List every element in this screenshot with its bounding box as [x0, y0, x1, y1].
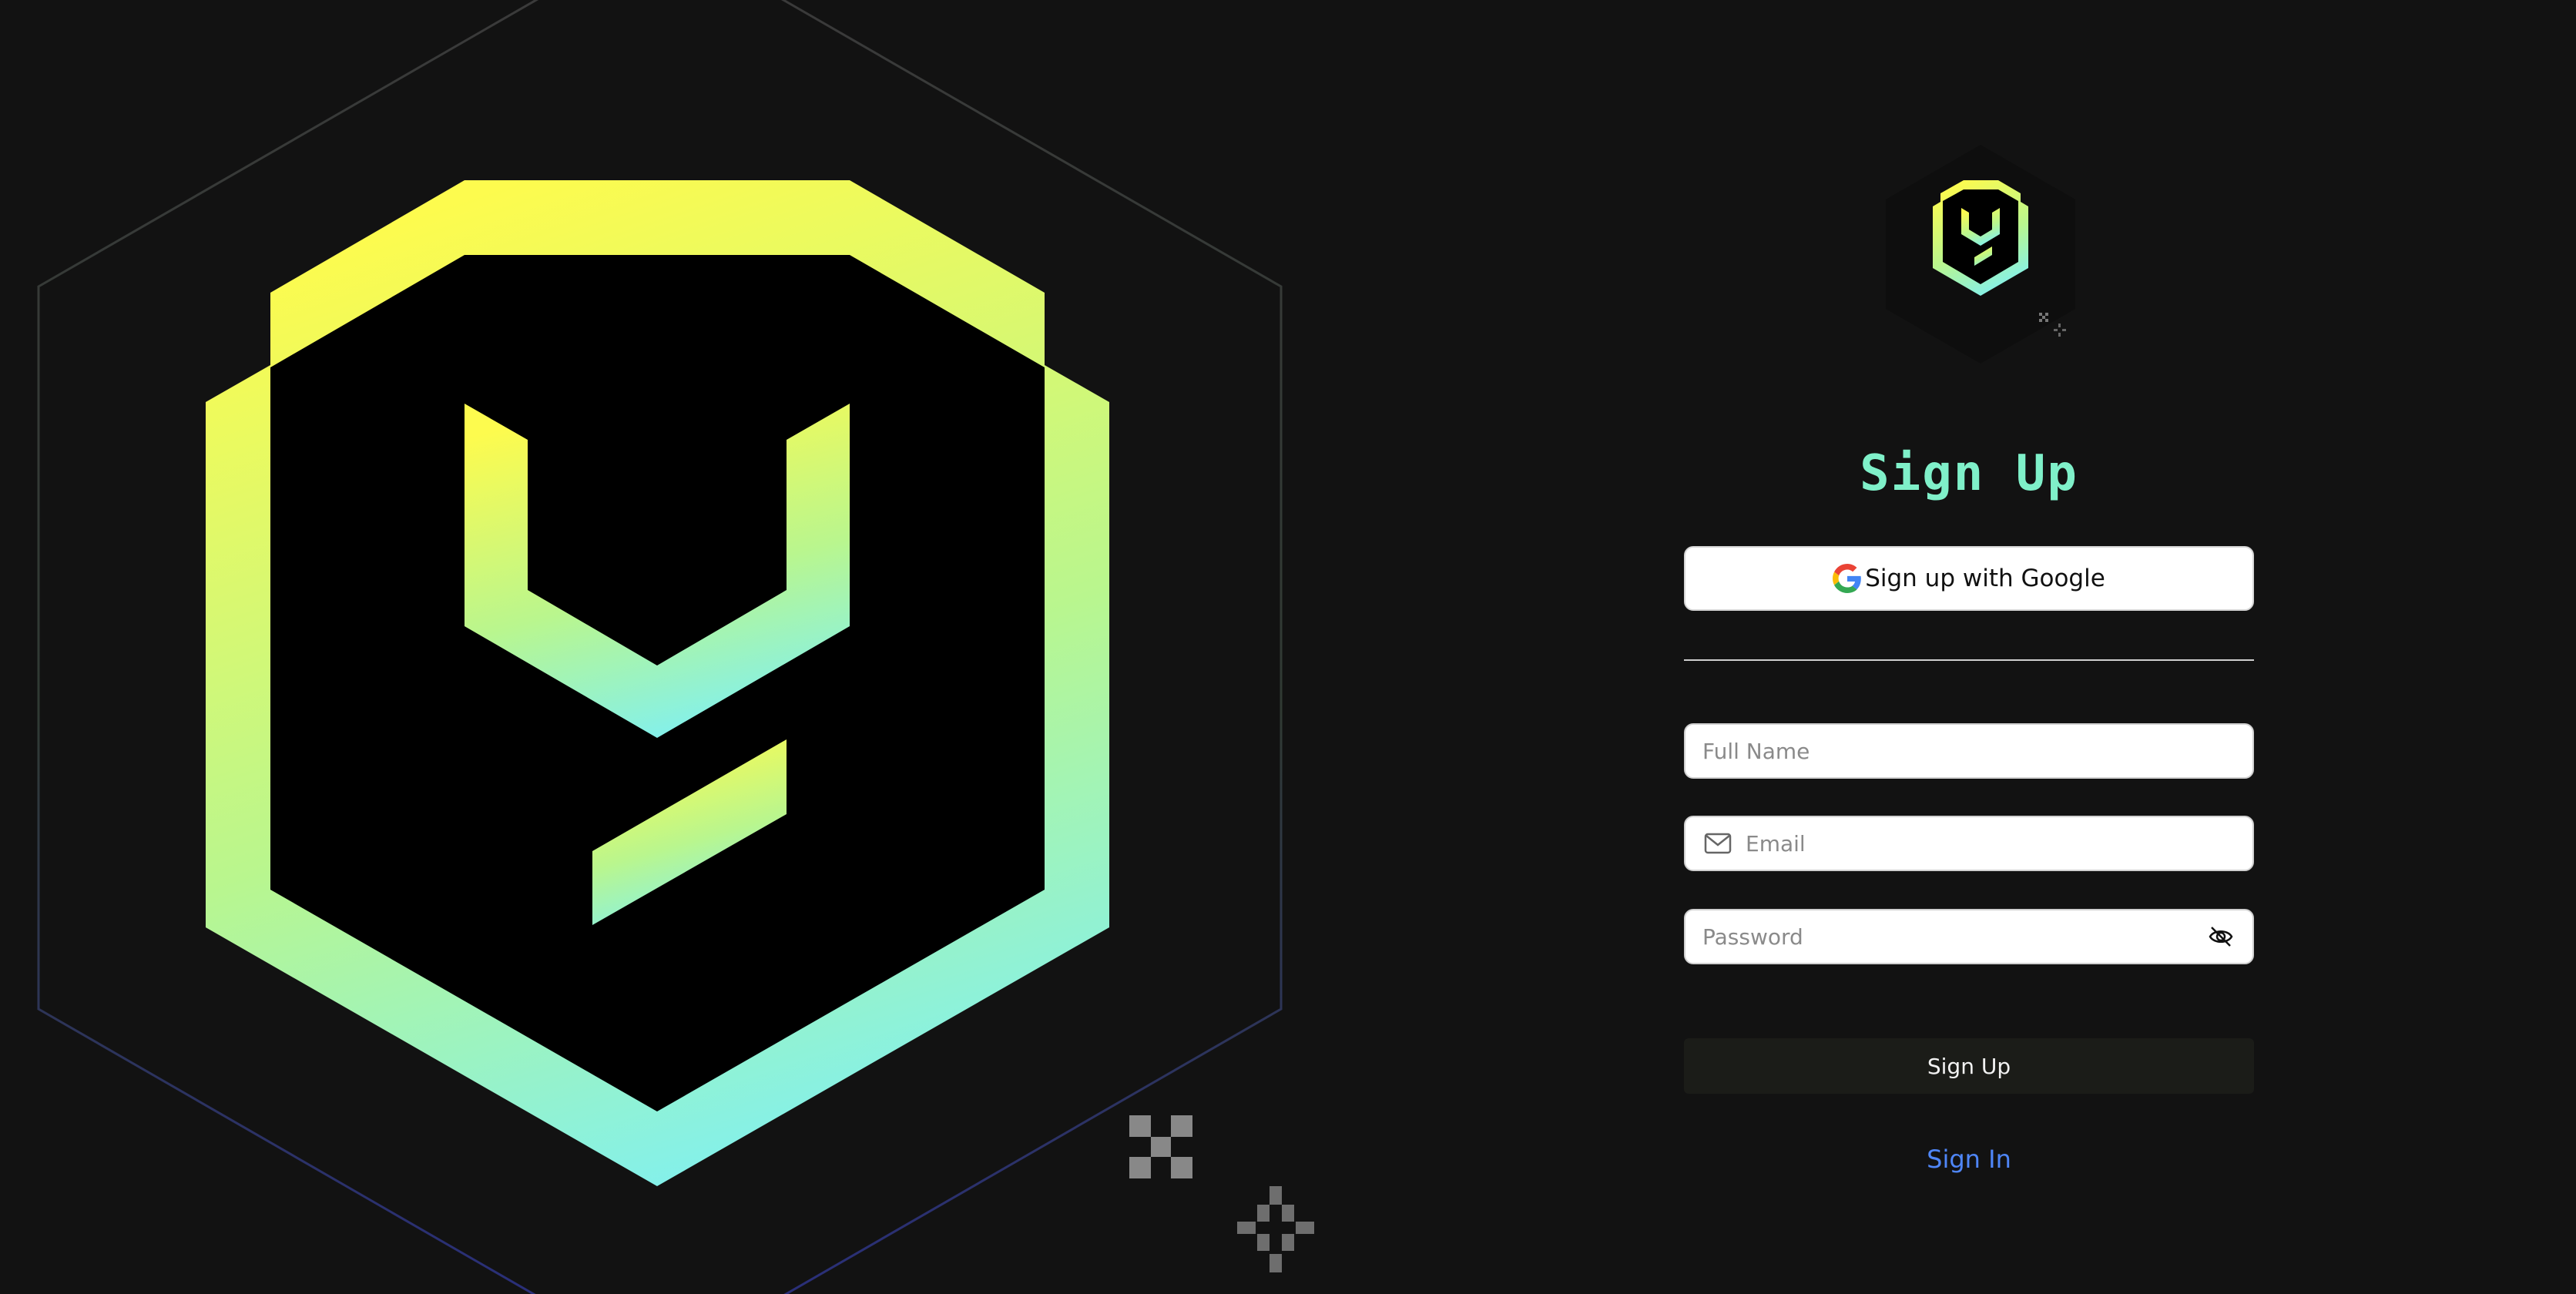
pixel-x-icon	[1129, 1115, 1192, 1178]
email-field[interactable]	[1684, 816, 2254, 871]
google-g-icon	[1833, 564, 1862, 593]
google-signup-button[interactable]: Sign up with Google	[1684, 546, 2254, 611]
password-input[interactable]	[1702, 910, 2208, 963]
pixel-sparkle-icon	[1237, 1186, 1314, 1272]
hexagon-y-logo-small	[1886, 145, 2075, 364]
hero-artwork	[0, 0, 1325, 1294]
signin-link[interactable]: Sign In	[1684, 1145, 2254, 1174]
full-name-field[interactable]	[1684, 723, 2254, 779]
full-name-input[interactable]	[1702, 725, 2252, 777]
email-input[interactable]	[1746, 817, 2252, 870]
signup-form: Sign Up Sign up with Google Full Name Em…	[1684, 0, 2254, 1294]
google-signup-label: Sign up with Google	[1865, 565, 2105, 592]
hero-logo-graphic	[37, 0, 1314, 1294]
page-title: Sign Up	[1860, 445, 2078, 502]
mail-icon	[1704, 833, 1732, 854]
password-field[interactable]	[1684, 909, 2254, 964]
pixel-sparkle-icon-small	[2054, 324, 2066, 337]
eye-off-icon[interactable]	[2208, 924, 2234, 950]
divider	[1684, 659, 2254, 661]
signup-page: Sign Up Sign up with Google Full Name Em…	[0, 0, 2576, 1294]
signup-submit-button[interactable]: Sign Up	[1684, 1038, 2254, 1094]
